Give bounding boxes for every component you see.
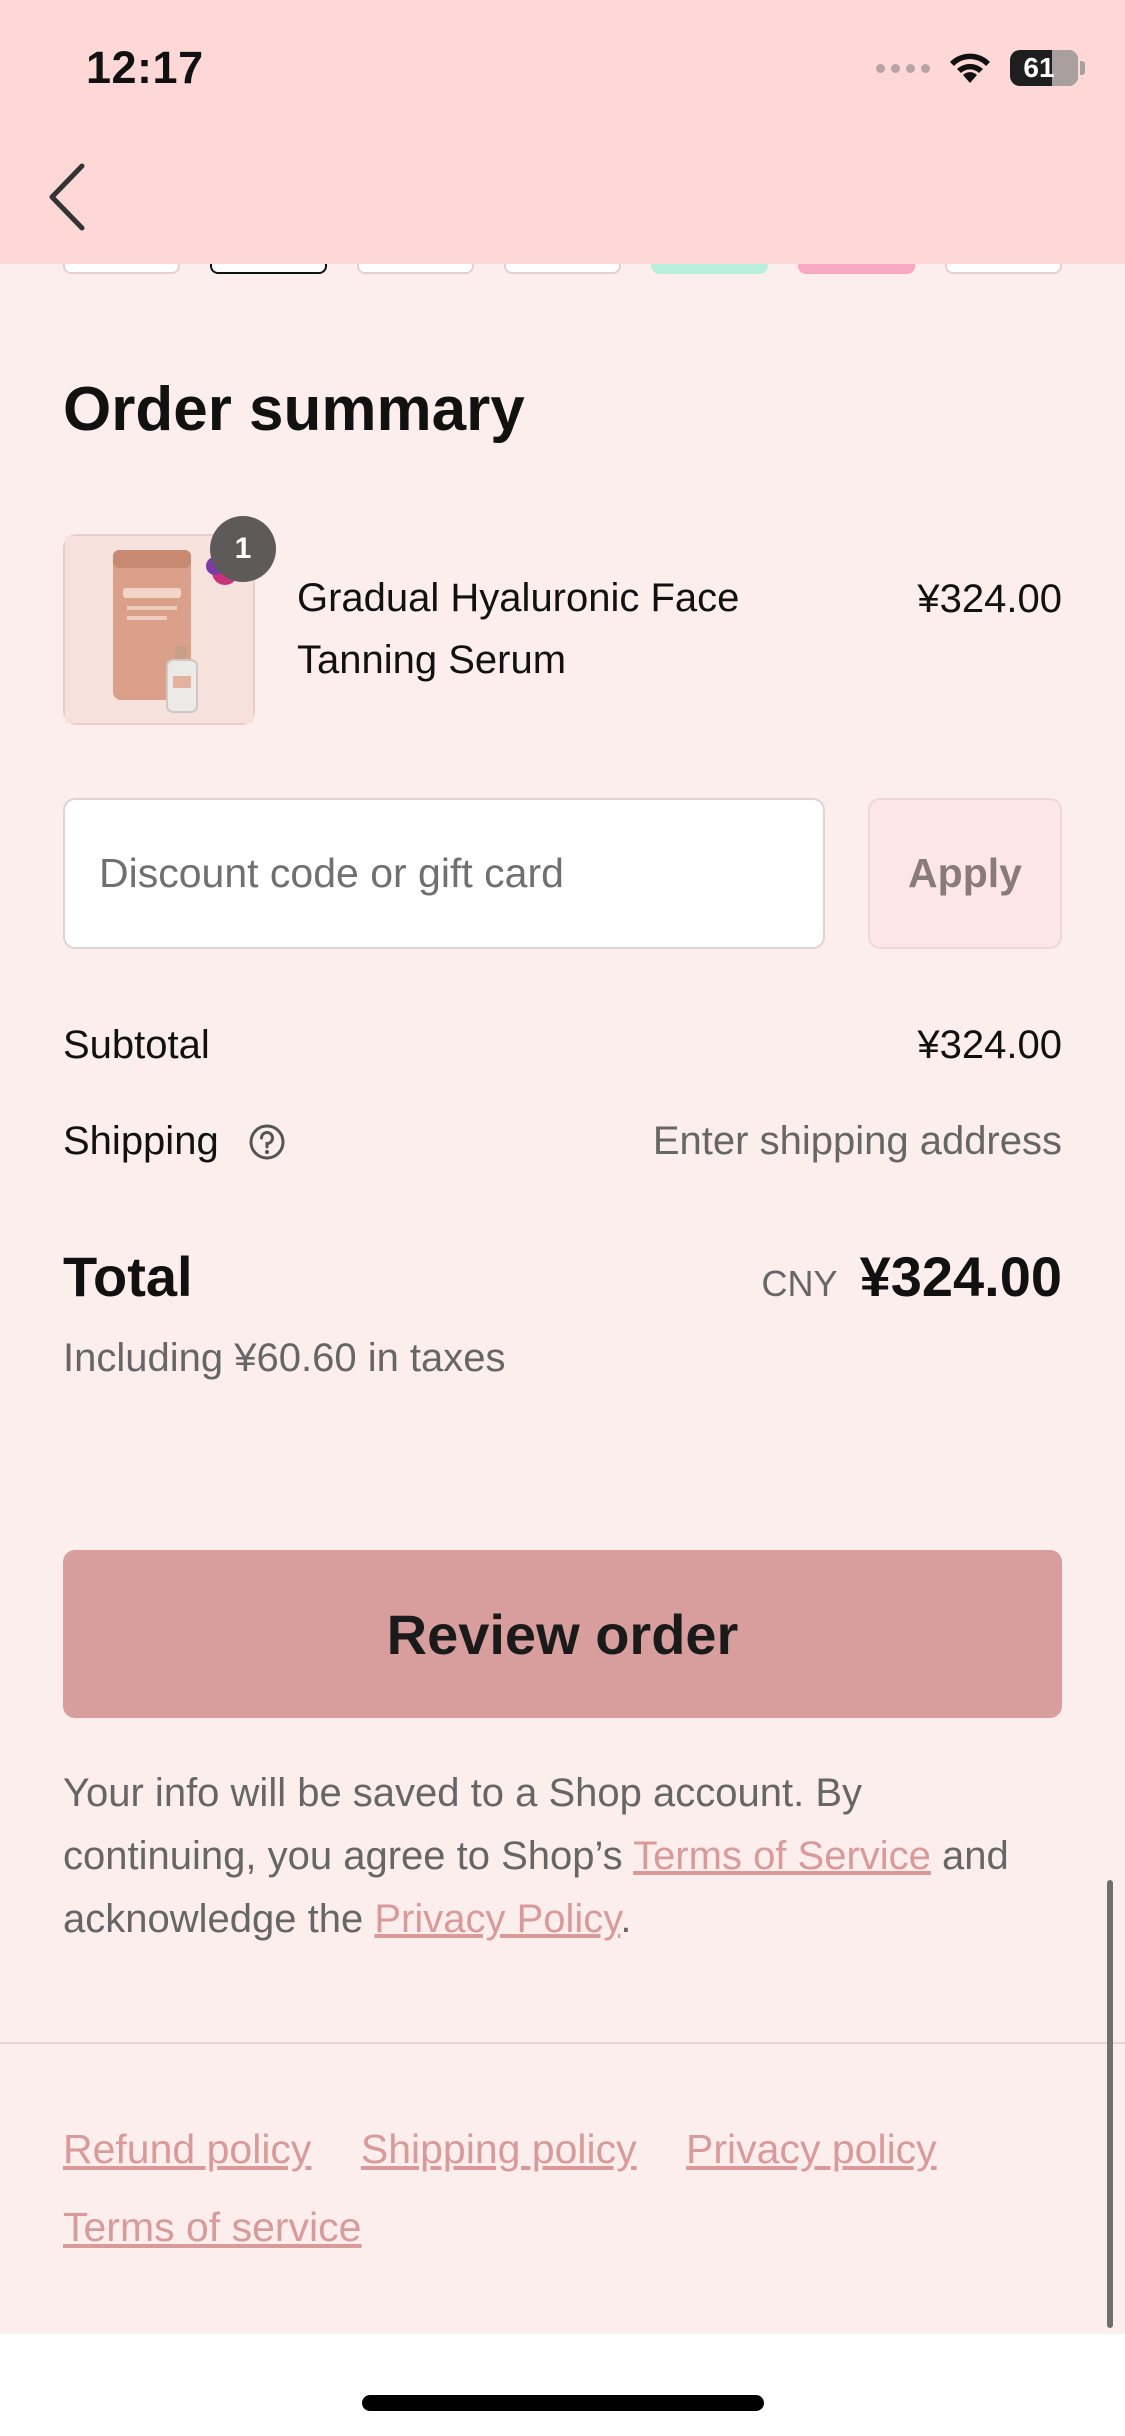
footer-links: Refund policy Shipping policy Privacy po… — [63, 2110, 1063, 2266]
bottom-safe-area — [0, 2334, 1125, 2436]
total-amount: CNY ¥324.00 — [762, 1244, 1062, 1309]
total-value: ¥324.00 — [859, 1245, 1062, 1308]
shipping-label: Shipping — [63, 1119, 219, 1163]
battery-level: 61 — [1023, 52, 1055, 83]
quantity-badge: 1 — [210, 516, 276, 582]
battery-icon: 61 — [1010, 50, 1085, 86]
wifi-icon — [948, 51, 992, 85]
order-summary-title: Order summary — [63, 375, 525, 444]
back-button[interactable] — [44, 162, 94, 232]
discount-code-input[interactable] — [63, 798, 825, 949]
status-time: 12:17 — [86, 42, 204, 93]
home-indicator[interactable] — [362, 2395, 764, 2411]
product-price: ¥324.00 — [917, 577, 1062, 621]
terms-of-service-footer-link[interactable]: Terms of service — [63, 2204, 361, 2250]
legal-notice: Your info will be saved to a Shop accoun… — [63, 1762, 1063, 1951]
chevron-left-icon — [49, 163, 85, 231]
product-name: Gradual Hyaluronic Face Tanning Serum — [297, 576, 740, 682]
subtotal-label: Subtotal — [63, 1023, 210, 1067]
taxes-note: Including ¥60.60 in taxes — [63, 1336, 506, 1380]
refund-policy-link[interactable]: Refund policy — [63, 2126, 311, 2172]
help-icon[interactable] — [248, 1123, 286, 1161]
apply-button[interactable]: Apply — [868, 798, 1062, 949]
terms-of-service-link[interactable]: Terms of Service — [633, 1834, 931, 1878]
shipping-policy-link[interactable]: Shipping policy — [361, 2126, 637, 2172]
footer-privacy-policy-link[interactable]: Privacy policy — [686, 2126, 937, 2172]
cellular-signal-icon — [876, 63, 930, 73]
review-order-button[interactable]: Review order — [63, 1550, 1062, 1718]
total-label: Total — [63, 1245, 193, 1308]
status-icons: 61 — [876, 48, 1085, 88]
privacy-policy-link[interactable]: Privacy Policy — [374, 1897, 620, 1941]
shipping-value: Enter shipping address — [652, 1119, 1062, 1163]
currency-code: CNY — [761, 1263, 838, 1304]
top-bar: 12:17 61 — [0, 0, 1125, 264]
legal-text: . — [620, 1897, 632, 1941]
scrollbar[interactable] — [1107, 1880, 1113, 2328]
divider — [0, 2042, 1125, 2044]
subtotal-value: ¥324.00 — [917, 1023, 1062, 1067]
